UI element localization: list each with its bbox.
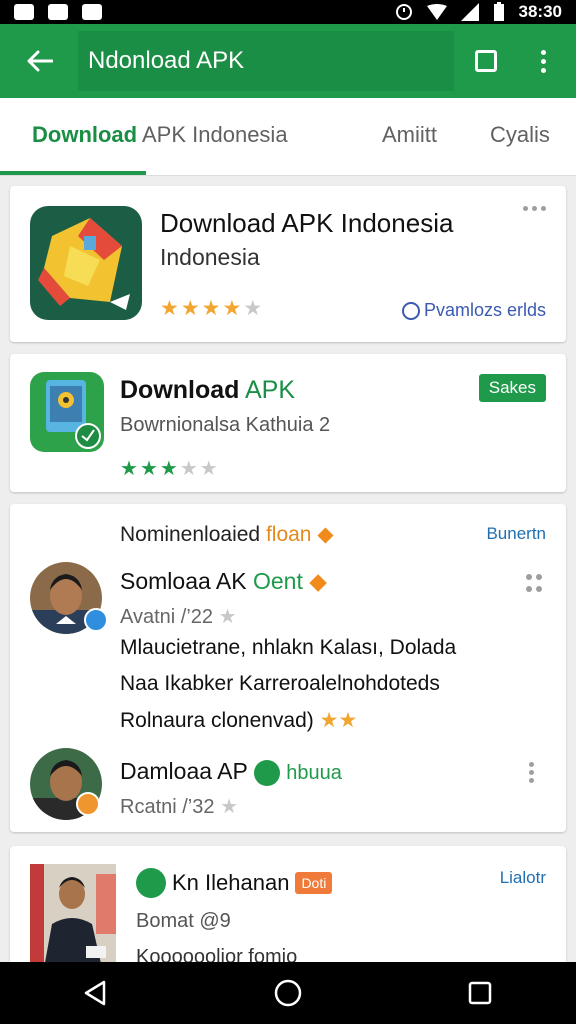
star-icon: ★ xyxy=(120,458,138,480)
square-recents-icon xyxy=(468,981,492,1005)
badge-icon xyxy=(76,792,100,816)
featured-app-title: Download APK Indonesia xyxy=(160,208,454,238)
robot-app-icon xyxy=(30,372,104,452)
battery-icon xyxy=(493,2,504,21)
reviews-section-title: Nominenloaied floan ◆ xyxy=(120,523,334,546)
square-icon xyxy=(475,50,497,72)
circle-home-icon xyxy=(274,979,302,1007)
person-link[interactable]: Lialotr xyxy=(500,868,546,888)
star-icon: ★★ xyxy=(319,709,358,732)
star-empty-icon: ★ xyxy=(179,458,198,480)
reviewer-name: Somloaa AK Oent ◆ xyxy=(120,568,327,594)
app-bar: Ndonload APK xyxy=(0,24,576,98)
review-text-line: Mlaucietrane, nhlakn Kalası, Dolada xyxy=(120,636,457,659)
featured-app-rating: ★ ★ ★ ★ ★ xyxy=(160,296,262,321)
tab-download-apk-indonesia[interactable]: Download APK Indonesia xyxy=(32,122,288,148)
overflow-menu-button[interactable] xyxy=(528,39,558,83)
tab-amiitt[interactable]: Amiitt xyxy=(382,122,437,148)
star-icon: ★ xyxy=(139,458,158,480)
reviews-see-more-link[interactable]: Bunertn xyxy=(486,524,546,544)
tab-cyalis[interactable]: Cyalis xyxy=(490,122,550,148)
verified-icon xyxy=(84,608,108,632)
featured-app-subtitle: Indonesia xyxy=(160,244,260,270)
review-text-line: Naa Ikabker Karreroalelnohdoteds xyxy=(120,672,440,695)
star-icon: ★ xyxy=(222,297,242,320)
developer-link[interactable]: Pvamlozs erlds xyxy=(401,300,546,321)
review-menu-button[interactable] xyxy=(526,574,546,594)
nav-recents-button[interactable] xyxy=(450,963,510,1023)
nav-back-button[interactable] xyxy=(66,963,126,1023)
review-meta: Rcatni /’32 ★ xyxy=(120,796,238,818)
tab-indicator xyxy=(0,171,146,175)
search-box[interactable]: Ndonload APK xyxy=(78,31,454,91)
star-icon: ★ xyxy=(159,458,178,480)
alarm-icon xyxy=(395,4,412,20)
featured-app-card[interactable]: Download APK Indonesia Indonesia ★ ★ ★ ★… xyxy=(10,186,566,342)
review-text-line: Rolnaura clonenvad) ★★ xyxy=(120,709,358,732)
badge-icon: ◆ xyxy=(309,568,327,594)
star-icon: ★ xyxy=(160,297,179,320)
hot-badge: Doti xyxy=(295,872,333,894)
star-empty-icon: ★ xyxy=(220,796,238,818)
app-card[interactable]: Download APK Bowrnionalsa Kathuia 2 Sake… xyxy=(10,354,566,492)
gmail-icon xyxy=(14,4,34,20)
review-menu-button[interactable] xyxy=(529,762,534,783)
signal-icon xyxy=(460,3,479,21)
sales-badge[interactable]: Sakes xyxy=(478,374,546,402)
person-photo xyxy=(30,864,116,968)
wifi-icon xyxy=(426,4,447,20)
back-button[interactable] xyxy=(18,39,62,83)
triangle-back-icon xyxy=(84,980,106,1006)
status-system: 38:30 xyxy=(395,2,562,22)
star-icon: ★ xyxy=(180,297,200,320)
app-rating: ★ ★ ★ ★ ★ xyxy=(120,456,218,481)
reviews-card: Nominenloaied floan ◆ Bunertn Somloaa AK… xyxy=(10,504,566,832)
card-menu-button[interactable] xyxy=(523,206,546,211)
review-meta: Avatni /’22 ★ xyxy=(120,606,237,628)
star-empty-icon: ★ xyxy=(218,606,237,628)
verified-icon xyxy=(136,868,166,898)
tab-bar: Download APK Indonesia Amiitt Cyalis xyxy=(0,98,576,176)
verified-icon xyxy=(253,759,280,786)
star-icon: ★ xyxy=(201,297,221,320)
reviewer-name: Damloaa AP hbuua xyxy=(120,758,342,786)
person-meta: Bomat @9 xyxy=(136,910,231,932)
navigation-bar xyxy=(0,962,576,1024)
fire-icon: ◆ xyxy=(317,523,334,546)
arrow-back-icon xyxy=(27,50,53,72)
app-title: Ndonload APK xyxy=(88,47,245,74)
person-name: Kn Ilehanan Doti xyxy=(136,868,333,898)
status-bar: 38:30 xyxy=(0,0,576,24)
app-notification-icon xyxy=(48,4,68,20)
developer-icon xyxy=(401,301,420,320)
status-time: 38:30 xyxy=(518,2,562,21)
nav-home-button[interactable] xyxy=(258,963,318,1023)
status-notifications xyxy=(14,4,102,20)
voicemail-icon xyxy=(82,4,102,20)
star-empty-icon: ★ xyxy=(199,458,218,480)
app-subtitle: Bowrnionalsa Kathuia 2 xyxy=(120,414,331,436)
person-card[interactable]: Kn Ilehanan Doti Bomat @9 Koooooolior fo… xyxy=(10,846,566,976)
star-empty-icon: ★ xyxy=(243,297,263,320)
rocket-app-icon xyxy=(30,206,142,320)
tabs-button[interactable] xyxy=(464,39,508,83)
app-title: Download APK xyxy=(120,376,296,404)
